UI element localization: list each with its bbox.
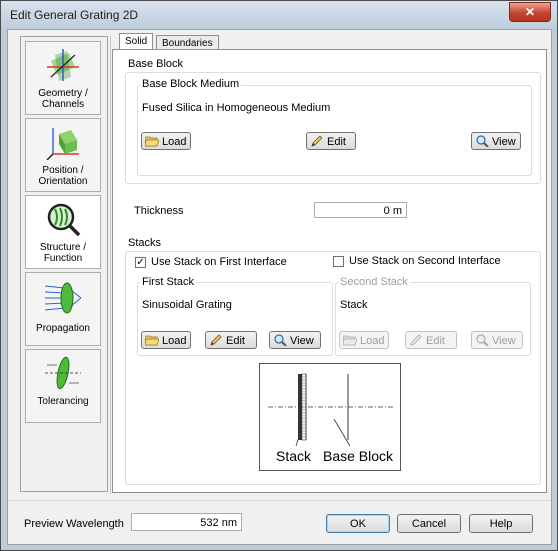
- pencil-icon: [410, 334, 422, 346]
- lens-tolerance-icon: [45, 356, 81, 390]
- stacks-group-label: Stacks: [128, 237, 162, 249]
- sidebar-item-position[interactable]: Position / Orientation: [25, 118, 101, 192]
- dialog-client: Geometry / Channels Position / Orientati…: [7, 29, 552, 545]
- check-mark-icon: ✓: [136, 257, 145, 268]
- sidebar-item-label: Channels: [41, 99, 85, 110]
- pencil-icon: [311, 135, 323, 147]
- base-load-button[interactable]: Load: [141, 132, 191, 150]
- preview-wavelength-field[interactable]: 532 nm: [131, 513, 242, 531]
- button-label: View: [492, 136, 516, 148]
- base-block-medium-value: Fused Silica in Homogeneous Medium: [142, 102, 331, 114]
- solid-tab-panel: Base Block Base Block Medium Fused Silic…: [112, 49, 547, 493]
- axes-3d-icon: [47, 49, 79, 81]
- sidebar-divider: [110, 36, 111, 494]
- button-label: Edit: [426, 335, 445, 347]
- sidebar-item-label: Function: [43, 253, 83, 264]
- sidebar-item-label: Position /: [42, 165, 84, 176]
- tab-label: Boundaries: [162, 38, 213, 49]
- button-label: View: [492, 335, 516, 347]
- pencil-icon: [210, 334, 222, 346]
- button-label: Cancel: [411, 518, 447, 530]
- thickness-value: 0 m: [383, 205, 402, 217]
- second-interface-label: Use Stack on Second Interface: [349, 255, 501, 267]
- cube-axes-icon: [46, 128, 79, 160]
- preview-wavelength-value: 532 nm: [200, 517, 237, 529]
- cancel-button[interactable]: Cancel: [397, 514, 461, 533]
- first-stack-view-button[interactable]: View: [269, 331, 321, 349]
- stack-diagram: Stack Base Block: [259, 363, 401, 471]
- button-label: Load: [162, 335, 187, 347]
- base-block-group-label: Base Block: [128, 58, 184, 70]
- folder-open-icon: [343, 335, 357, 346]
- ok-button[interactable]: OK: [326, 514, 390, 533]
- magnifier-icon: [274, 334, 287, 346]
- button-label: Load: [360, 335, 385, 347]
- button-label: Help: [489, 518, 513, 530]
- title-bar: Edit General Grating 2D ✕: [1, 1, 557, 29]
- button-label: OK: [350, 518, 366, 530]
- second-stack-label: Second Stack: [338, 276, 410, 288]
- second-interface-checkbox[interactable]: [333, 256, 344, 267]
- first-stack-load-button[interactable]: Load: [141, 331, 191, 349]
- base-block-medium-label: Base Block Medium: [140, 78, 242, 90]
- close-icon: ✕: [524, 5, 536, 19]
- button-label: View: [290, 335, 314, 347]
- second-stack-view-button[interactable]: View: [471, 331, 523, 349]
- sidebar-item-label: Orientation: [38, 176, 88, 187]
- first-interface-checkbox[interactable]: ✓: [135, 257, 146, 268]
- dialog-window: Edit General Grating 2D ✕ Geometry / Cha…: [0, 0, 558, 551]
- sidebar-item-label: Geometry /: [38, 88, 88, 99]
- folder-open-icon: [145, 335, 159, 346]
- diagram-base-block-label: Base Block: [323, 448, 394, 464]
- first-stack-value: Sinusoidal Grating: [142, 299, 232, 311]
- button-label: Edit: [226, 335, 245, 347]
- sidebar-item-tolerancing[interactable]: Tolerancing: [25, 349, 101, 423]
- base-block-medium-frame: [137, 85, 532, 176]
- tab-label: Solid: [125, 36, 148, 47]
- thickness-label: Thickness: [134, 205, 184, 217]
- help-button[interactable]: Help: [469, 514, 533, 533]
- first-interface-label: Use Stack on First Interface: [151, 256, 287, 268]
- magnifier-icon: [476, 334, 489, 346]
- first-stack-label: First Stack: [140, 276, 196, 288]
- sidebar-item-label: Propagation: [36, 323, 90, 334]
- magnifier-grating-icon: [47, 203, 81, 237]
- window-title: Edit General Grating 2D: [10, 8, 139, 22]
- second-stack-load-button[interactable]: Load: [339, 331, 389, 349]
- sidebar-item-propagation[interactable]: Propagation: [25, 272, 101, 346]
- second-stack-edit-button[interactable]: Edit: [405, 331, 457, 349]
- magnifier-icon: [476, 135, 489, 147]
- sidebar-item-label: Structure /: [39, 242, 87, 253]
- sidebar-item-structure[interactable]: Structure / Function: [25, 195, 101, 269]
- diagram-stack-label: Stack: [276, 448, 312, 464]
- lens-rays-icon: [45, 282, 81, 314]
- preview-wavelength-label: Preview Wavelength: [24, 518, 124, 530]
- sidebar-item-label: Tolerancing: [37, 396, 89, 407]
- folder-open-icon: [145, 136, 159, 147]
- base-view-button[interactable]: View: [471, 132, 521, 150]
- thickness-field[interactable]: 0 m: [314, 202, 407, 218]
- button-label: Edit: [327, 136, 346, 148]
- close-button[interactable]: ✕: [509, 2, 551, 22]
- button-label: Load: [162, 136, 187, 148]
- sidebar: Geometry / Channels Position / Orientati…: [20, 36, 108, 492]
- sidebar-item-geometry[interactable]: Geometry / Channels: [25, 41, 101, 115]
- footer-divider: [8, 500, 551, 501]
- second-stack-value: Stack: [340, 299, 368, 311]
- base-edit-button[interactable]: Edit: [306, 132, 356, 150]
- first-stack-edit-button[interactable]: Edit: [205, 331, 257, 349]
